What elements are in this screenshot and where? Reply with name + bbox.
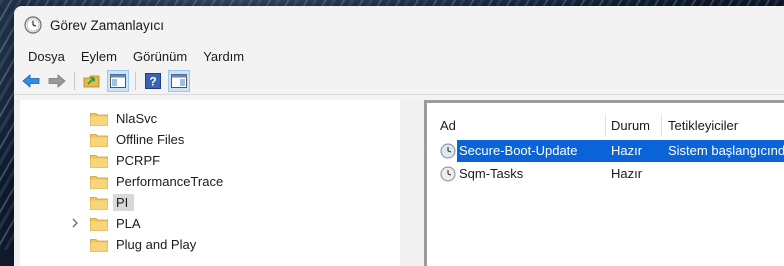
- show-tree-icon: [110, 74, 126, 88]
- title-bar[interactable]: Görev Zamanlayıcı: [14, 6, 784, 44]
- help-icon: ?: [145, 73, 161, 89]
- task-row-sqm-tasks[interactable]: Sqm-Tasks Hazır: [427, 163, 784, 185]
- svg-text:?: ?: [149, 75, 156, 89]
- column-header-triggers[interactable]: Tetikleyiciler: [668, 118, 738, 133]
- menu-yardim[interactable]: Yardım: [195, 49, 252, 64]
- task-clock-icon: [440, 143, 456, 159]
- task-clock-icon: [440, 166, 456, 182]
- folder-icon: [90, 196, 108, 210]
- task-name: Secure-Boot-Update: [459, 143, 578, 158]
- column-header-name[interactable]: Ad: [440, 118, 456, 133]
- task-status: Hazır: [611, 166, 643, 181]
- help-button[interactable]: ?: [142, 70, 164, 92]
- folder-icon: [90, 217, 108, 231]
- folder-icon: [90, 154, 108, 168]
- task-list-pane: Ad Durum Tetikleyiciler Secure-Boot-Upda…: [424, 100, 784, 266]
- tree-item-offline-files[interactable]: Offline Files: [90, 129, 184, 150]
- tree-item-label: PLA: [116, 216, 141, 231]
- back-arrow-icon: [22, 74, 40, 88]
- folder-icon: [90, 133, 108, 147]
- up-folder-button[interactable]: [81, 70, 103, 92]
- folder-icon: [90, 238, 108, 252]
- toolbar: ?: [14, 68, 784, 95]
- column-separator[interactable]: [605, 115, 606, 137]
- window-title: Görev Zamanlayıcı: [50, 17, 165, 33]
- toolbar-separator: [135, 72, 136, 90]
- tree-scrollbar[interactable]: [400, 100, 418, 266]
- chevron-right-icon[interactable]: [70, 217, 80, 229]
- task-scheduler-window: Görev Zamanlayıcı Dosya Eylem Görünüm Ya…: [14, 6, 784, 266]
- tree-item-pla[interactable]: PLA: [72, 213, 141, 234]
- column-header-status[interactable]: Durum: [611, 118, 650, 133]
- task-trigger: Sistem başlangıcınd: [668, 143, 784, 158]
- tree-item-performancetrace[interactable]: PerformanceTrace: [90, 171, 223, 192]
- menu-dosya[interactable]: Dosya: [20, 49, 73, 64]
- tree-item-label: PerformanceTrace: [116, 174, 224, 189]
- tree-item-label: Offline Files: [116, 132, 185, 147]
- show-tree-button[interactable]: [107, 70, 129, 92]
- show-action-pane-icon: [171, 74, 187, 88]
- main-content: NlaSvc Offline Files PCRPF PerformanceTr…: [14, 100, 784, 266]
- show-action-pane-button[interactable]: [168, 70, 190, 92]
- forward-button[interactable]: [46, 70, 68, 92]
- folder-tree: NlaSvc Offline Files PCRPF PerformanceTr…: [20, 100, 400, 266]
- tree-item-label: NlaSvc: [116, 111, 158, 126]
- task-name: Sqm-Tasks: [459, 166, 524, 181]
- task-row-secure-boot-update[interactable]: Secure-Boot-Update Hazır Sistem başlangı…: [427, 140, 784, 162]
- menu-gorunum[interactable]: Görünüm: [125, 49, 195, 64]
- tree-item-plug-and-play[interactable]: Plug and Play: [90, 234, 196, 255]
- folder-icon: [90, 112, 108, 126]
- tree-item-label: PCRPF: [116, 153, 161, 168]
- clock-icon: [24, 16, 42, 34]
- tree-item-nlasvc[interactable]: NlaSvc: [90, 108, 157, 129]
- back-button[interactable]: [20, 70, 42, 92]
- task-list-header: Ad Durum Tetikleyiciler: [427, 115, 784, 137]
- menu-eylem[interactable]: Eylem: [73, 49, 125, 64]
- tree-item-pcrpf[interactable]: PCRPF: [90, 150, 160, 171]
- toolbar-separator: [74, 72, 75, 90]
- task-status: Hazır: [611, 143, 643, 158]
- tree-item-label: PI: [113, 194, 135, 211]
- folder-icon: [90, 175, 108, 189]
- up-folder-icon: [83, 75, 100, 88]
- column-separator[interactable]: [661, 115, 662, 137]
- tree-item-pi[interactable]: PI: [90, 192, 135, 213]
- menu-bar: Dosya Eylem Görünüm Yardım: [14, 44, 784, 68]
- forward-arrow-icon: [48, 74, 66, 88]
